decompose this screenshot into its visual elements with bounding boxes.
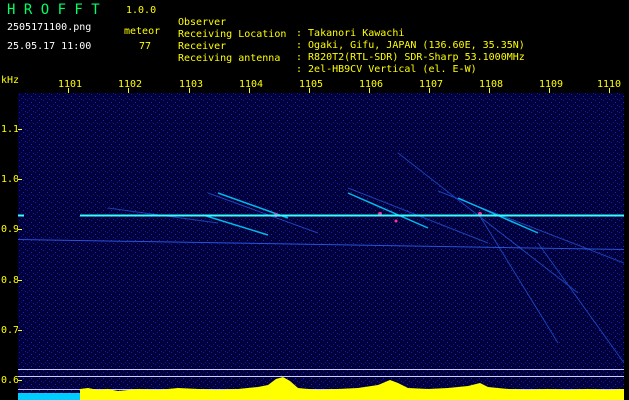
app-name: H R O F F T [7, 2, 100, 18]
spectrogram-canvas [18, 93, 624, 400]
y-tick-label: 0.6 [1, 375, 20, 386]
y-tick-label: 1.1 [1, 124, 20, 135]
echo-head [394, 219, 398, 223]
y-tick-label: 1.0 [1, 174, 20, 185]
meteor-count: 77 [139, 41, 152, 52]
timestamp: 25.05.17 11:00 [7, 41, 92, 52]
y-tick-label: 0.9 [1, 224, 20, 235]
hrofft-window: H R O F F T 1.0.0 2505171100.png 25.05.1… [0, 0, 629, 400]
meteor-label: meteor [124, 26, 161, 37]
info-value: : 2el-HB9CV Vertical (el. E-W) [296, 64, 477, 75]
info-value: : Ogaki, Gifu, JAPAN (136.60E, 35.35N) [296, 40, 525, 51]
y-tick-label: 0.7 [1, 325, 20, 336]
spectrogram-plot [18, 93, 624, 400]
noise-background [18, 93, 624, 400]
file-name: 2505171100.png [7, 22, 92, 33]
info-value: : R820T2(RTL-SDR) SDR-Sharp 53.1000MHz [296, 52, 525, 63]
y-tick-label: 0.8 [1, 275, 20, 286]
info-value: : Takanori Kawachi [296, 28, 405, 39]
app-version: 1.0.0 [126, 5, 157, 16]
y-axis-unit: kHz [1, 75, 20, 86]
info-label: Receiving antenna [178, 53, 281, 64]
